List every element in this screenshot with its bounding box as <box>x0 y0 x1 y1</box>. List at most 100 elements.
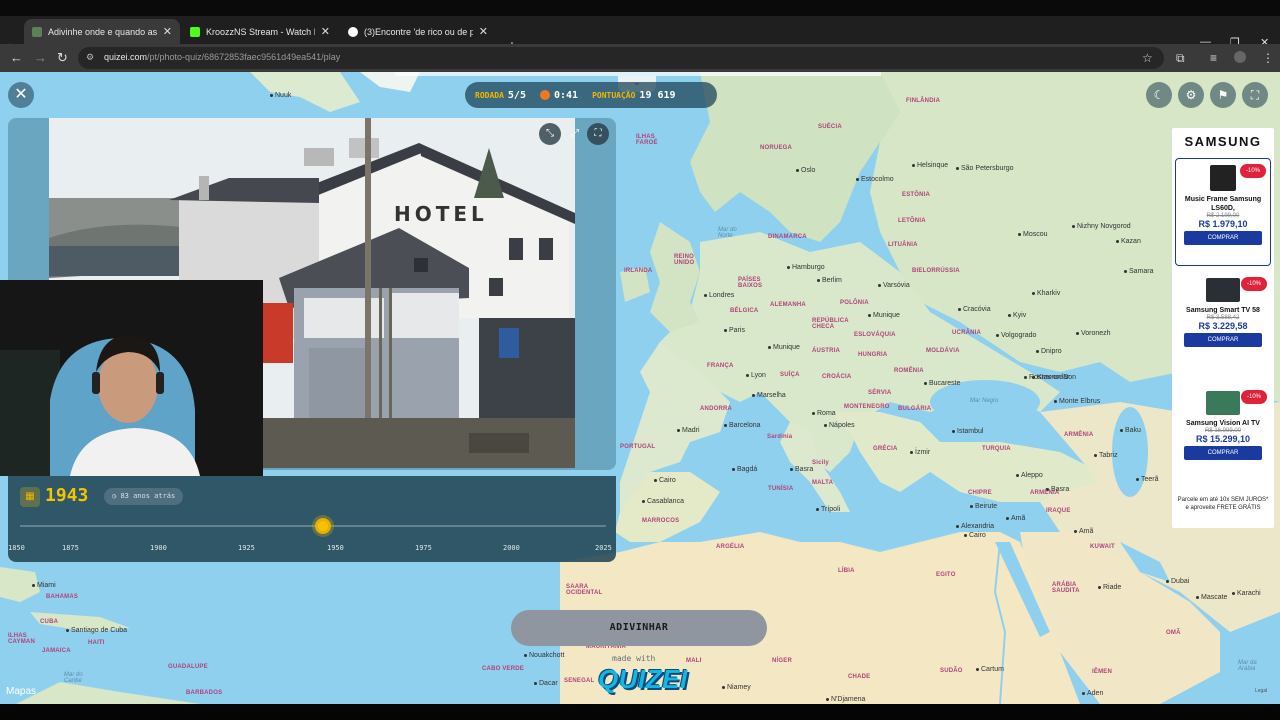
year-slider-handle[interactable] <box>314 518 331 534</box>
expand-photo-icon[interactable]: ⤢ <box>564 123 586 145</box>
map-city-label: Cairo <box>654 477 676 484</box>
map-country-label: NORUEGA <box>760 145 793 151</box>
forward-arrow-icon[interactable]: → <box>34 50 47 65</box>
ad-price: R$ 15.299,10 <box>1195 434 1251 444</box>
browser-tab-kick[interactable]: KroozzNS Stream - Watch Live ✕ <box>182 19 338 44</box>
tab-title: KroozzNS Stream - Watch Live <box>206 26 315 37</box>
ad-product-name: Samsung Smart TV 58 <box>1186 307 1260 314</box>
close-tab-icon[interactable]: ✕ <box>479 25 488 38</box>
map-city-label: Teerã <box>1136 476 1159 483</box>
profile-avatar[interactable] <box>1234 51 1246 63</box>
world-map[interactable]: Nuuk FINLÂNDIA SUÉCIA NORUEGA ILHAS FARO… <box>0 72 1280 704</box>
year-slider-track[interactable] <box>20 525 606 527</box>
map-country-label: LÍBIA <box>838 568 855 574</box>
map-city-label: Bagdá <box>732 466 757 473</box>
tab-title: (3)Encontre 'de rico ou de pob <box>364 26 473 37</box>
map-country-label: UCRÂNIA <box>952 330 982 336</box>
site-info-icon[interactable]: ⚙ <box>86 52 98 64</box>
address-bar: ← → ↻ ⚙ quizei.com/pt/photo-quiz/6867285… <box>0 44 1280 72</box>
samsung-ad-panel[interactable]: SAMSUNG -10% Music Frame Samsung LS60D, … <box>1172 128 1274 528</box>
media-controls-icon[interactable]: ≡ <box>1210 51 1217 65</box>
fullscreen-photo-icon[interactable]: ⛶ <box>587 123 609 145</box>
map-city-label: Cracóvia <box>958 306 991 313</box>
reload-icon[interactable]: ↻ <box>57 50 68 66</box>
close-quiz-button[interactable]: ✕ <box>8 82 34 108</box>
close-tab-icon[interactable]: ✕ <box>321 25 330 38</box>
url-text[interactable]: quizei.com/pt/photo-quiz/68672853faec956… <box>104 52 340 62</box>
map-city-label: Madri <box>677 427 700 434</box>
year-tick-label: 2000 <box>503 544 520 552</box>
ad-product-image <box>1210 165 1236 191</box>
map-city-label: Roma <box>812 410 836 417</box>
quizei-logo[interactable]: QUIZEI <box>598 664 688 695</box>
year-tick-label: 2025 <box>595 544 612 552</box>
ad-product-card[interactable]: -10% Music Frame Samsung LS60D, R$ 2.199… <box>1175 158 1271 266</box>
map-country-label: ROMÊNIA <box>894 368 924 374</box>
map-city-label: Miami <box>32 582 56 589</box>
map-city-label: Casablanca <box>642 498 684 505</box>
map-city-label: Alexandria <box>956 523 994 530</box>
map-city-label: Nuuk <box>270 92 291 99</box>
map-country-label: SÉRVIA <box>868 390 892 396</box>
map-feature-label: Sicily <box>812 460 829 466</box>
ad-price: R$ 3.229,58 <box>1198 321 1248 331</box>
browser-tab-quizei[interactable]: Adivinhe onde e quando as foto ✕ <box>24 19 180 44</box>
round-label: RODADA <box>475 90 504 100</box>
map-country-label: MONTENEGRO <box>844 404 890 410</box>
map-country-label: CHIPRE <box>968 490 992 496</box>
map-country-label: BÉLGICA <box>730 308 759 314</box>
map-country-label: ARÁBIA SAUDITA <box>1052 582 1080 594</box>
calendar-icon: ▦ <box>20 487 40 507</box>
bookmark-star-icon[interactable]: ☆ <box>1142 51 1153 65</box>
map-city-label: Cartum <box>976 666 1004 673</box>
map-city-label: Lyon <box>746 372 766 379</box>
map-country-label: MOLDÁVIA <box>926 348 960 354</box>
back-arrow-icon[interactable]: ← <box>10 50 23 65</box>
dark-mode-icon[interactable]: ☾ <box>1146 82 1172 108</box>
map-city-label: Samara <box>1124 268 1154 275</box>
guess-button[interactable]: ADIVINHAR <box>511 610 767 646</box>
map-country-label: FINLÂNDIA <box>906 98 941 104</box>
shrink-photo-icon[interactable]: ⤡ <box>539 123 561 145</box>
map-country-label: SUDÃO <box>940 668 963 674</box>
map-city-label: Santiago de Cuba <box>66 627 127 634</box>
browser-menu-icon[interactable]: ⋮ <box>1262 51 1274 65</box>
ad-product-image <box>1206 391 1240 415</box>
map-country-label: NÍGER <box>772 658 793 664</box>
ad-buy-button[interactable]: COMPRAR <box>1184 231 1262 245</box>
map-country-label: ARMÊNIA <box>1064 432 1094 438</box>
map-city-label: Basra <box>1046 486 1069 493</box>
ad-product-card[interactable]: -10% Samsung Vision AI TV R$ 16.999,00 R… <box>1175 385 1271 493</box>
browser-tab-tiktok[interactable]: (3)Encontre 'de rico ou de pob ✕ <box>340 19 496 44</box>
ad-product-card[interactable]: -10% Samsung Smart TV 58 R$ 3.588,42 R$ … <box>1175 272 1271 380</box>
year-timeline-panel: ▦ 1943 ◷ 83 anos atrás 1850 1875 1900 19… <box>8 476 616 562</box>
legal-link[interactable]: Legal <box>1255 688 1267 694</box>
settings-gear-icon[interactable]: ⚙ <box>1178 82 1204 108</box>
map-country-label: ANDORRA <box>700 406 733 412</box>
apple-maps-attribution[interactable]: Mapas <box>6 686 36 697</box>
map-city-label: Varsóvia <box>878 282 910 289</box>
map-city-label: Nizhny Novgorod <box>1072 223 1131 230</box>
map-country-label: REINO UNIDO <box>674 254 695 266</box>
ad-price: R$ 1.979,10 <box>1198 219 1248 229</box>
fullscreen-icon[interactable]: ⛶ <box>1242 82 1268 108</box>
map-city-label: Dacar <box>534 680 558 687</box>
map-country-label: IRLANDA <box>624 268 653 274</box>
map-city-label: Marselha <box>752 392 786 399</box>
map-country-label: GUADALUPE <box>168 664 208 670</box>
extensions-icon[interactable]: ⧉ <box>1176 51 1185 66</box>
ad-product-image <box>1206 278 1240 302</box>
map-country-label: SUÉCIA <box>818 124 842 130</box>
map-country-label: REPÚBLICA CHECA <box>812 318 849 330</box>
year-tick-label: 1875 <box>62 544 79 552</box>
map-city-label: Krasnodar <box>1032 374 1069 381</box>
map-country-label: HAITI <box>88 640 105 646</box>
report-flag-icon[interactable]: ⚑ <box>1210 82 1236 108</box>
map-country-label: GRÉCIA <box>873 446 898 452</box>
ad-buy-button[interactable]: COMPRAR <box>1184 446 1262 460</box>
map-country-label: ARGÉLIA <box>716 544 745 550</box>
close-tab-icon[interactable]: ✕ <box>163 25 172 38</box>
ad-buy-button[interactable]: COMPRAR <box>1184 333 1262 347</box>
map-country-label: CHADE <box>848 674 871 680</box>
map-city-label: N'Djamena <box>826 696 865 703</box>
